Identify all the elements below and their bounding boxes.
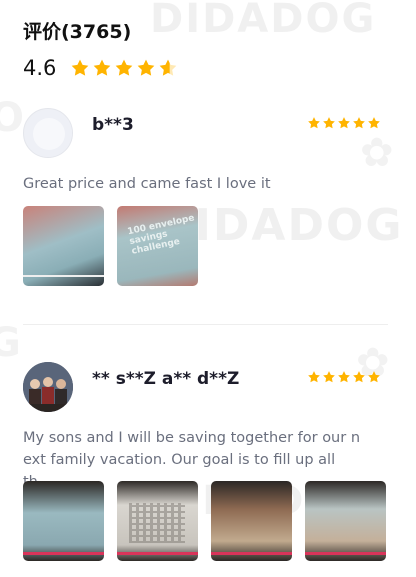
reviewer-name: b**3 bbox=[92, 115, 134, 135]
star-icon bbox=[353, 117, 365, 129]
star-icon bbox=[323, 117, 335, 129]
star-icon bbox=[368, 117, 380, 129]
reviews-title: 评价(3765) bbox=[23, 21, 132, 43]
review-photo[interactable]: 100 envelope savings challenge bbox=[117, 206, 198, 286]
default-avatar-icon bbox=[25, 110, 72, 157]
group-avatar-icon bbox=[23, 362, 73, 412]
avatar[interactable] bbox=[23, 362, 73, 412]
reviewer-name: ** s**Z a** d**Z bbox=[92, 369, 240, 389]
star-icon bbox=[353, 371, 365, 383]
star-icon bbox=[116, 59, 133, 76]
star-icon bbox=[308, 371, 320, 383]
rating-value: 4.6 bbox=[23, 56, 57, 80]
star-icon bbox=[72, 59, 89, 76]
avatar[interactable] bbox=[23, 108, 73, 158]
review-photo[interactable] bbox=[23, 481, 104, 561]
review-stars bbox=[307, 116, 381, 130]
star-icon bbox=[338, 371, 350, 383]
watermark-side-left: O bbox=[0, 95, 25, 141]
reviews-header: 评价(3765) bbox=[23, 17, 131, 44]
review-photo[interactable] bbox=[23, 206, 104, 286]
half-star-icon bbox=[160, 59, 177, 76]
review-photos: 100 envelope savings challenge bbox=[23, 206, 198, 286]
review-photo[interactable] bbox=[117, 481, 198, 561]
review-photo[interactable] bbox=[211, 481, 292, 561]
review-text: Great price and came fast I love it bbox=[23, 176, 271, 192]
review-photos bbox=[23, 481, 386, 561]
watermark-top: DIDADOG bbox=[150, 0, 377, 42]
star-icon bbox=[323, 371, 335, 383]
star-icon bbox=[138, 59, 155, 76]
photo-detail bbox=[129, 503, 185, 543]
star-icon bbox=[338, 117, 350, 129]
rating-stars bbox=[70, 58, 178, 78]
review-stars bbox=[307, 370, 381, 384]
star-icon bbox=[308, 117, 320, 129]
watermark-side-left-2: G bbox=[0, 320, 21, 366]
star-icon bbox=[368, 371, 380, 383]
review-text-line-1: My sons and I will be saving together fo… bbox=[23, 430, 361, 446]
photo-caption: 100 envelope savings challenge bbox=[126, 213, 196, 257]
overall-rating: 4.6 bbox=[23, 56, 178, 80]
star-icon bbox=[94, 59, 111, 76]
review-photo[interactable] bbox=[305, 481, 386, 561]
watermark-side-right: ✿ bbox=[360, 130, 394, 176]
review-divider bbox=[23, 324, 388, 325]
